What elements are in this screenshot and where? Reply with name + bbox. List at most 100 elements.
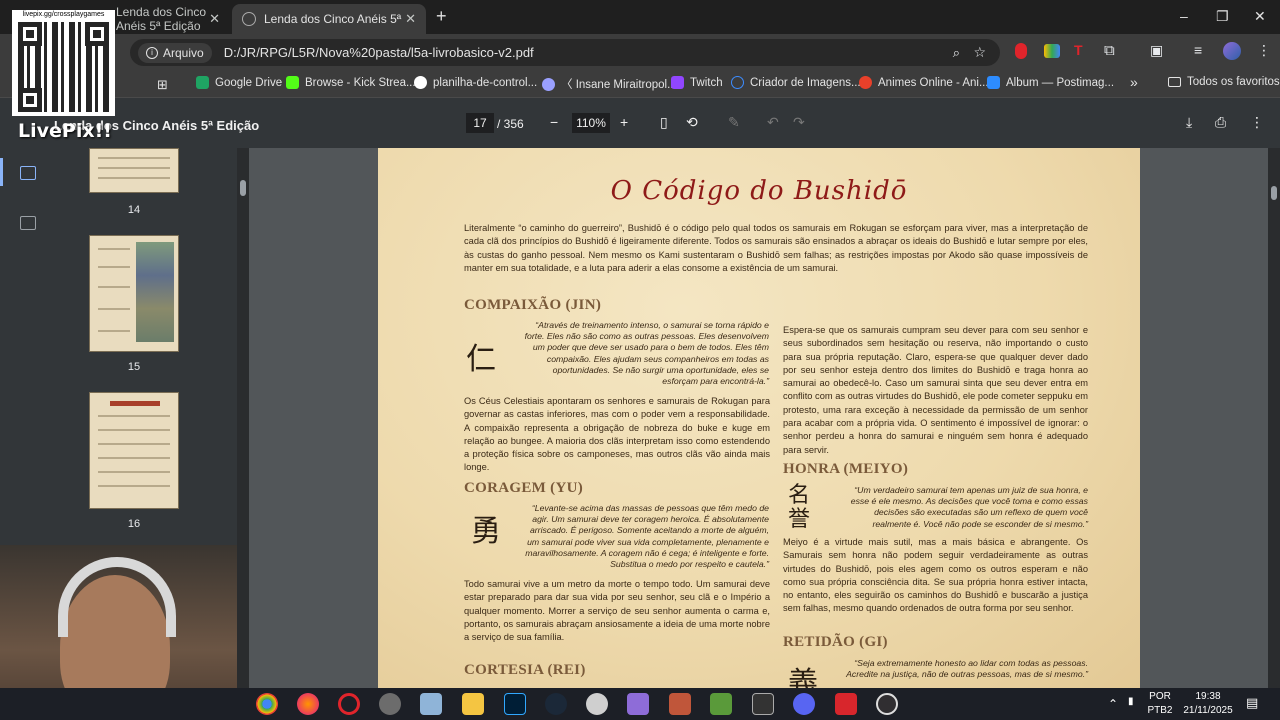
thumbnail-number: 14 bbox=[127, 204, 141, 216]
postimages-icon bbox=[987, 76, 1000, 89]
folder-icon bbox=[1168, 77, 1181, 87]
page-title: O Código do Bushidō bbox=[610, 176, 908, 206]
close-window-button[interactable]: ✕ bbox=[1254, 8, 1266, 25]
lang-bottom[interactable]: PTB2 bbox=[1146, 705, 1174, 716]
zoom-level-input[interactable]: 110% bbox=[572, 113, 610, 133]
globe-icon bbox=[242, 12, 256, 26]
kanji-yu: 勇 bbox=[471, 514, 501, 549]
app-icon-mushroom[interactable] bbox=[586, 693, 608, 715]
bookmark-label: Criador de Imagens... bbox=[750, 76, 861, 89]
tab-title: Lenda dos Cinco Anéis 5ª Edição bbox=[264, 12, 404, 26]
bookmark-label: Google Drive bbox=[215, 76, 283, 89]
outline-view-icon[interactable] bbox=[20, 216, 36, 230]
undo-icon[interactable]: ↶ bbox=[767, 114, 779, 131]
tray-chevron-icon[interactable]: ⌃ bbox=[1108, 697, 1118, 711]
heading-coragem: CORAGEM (YU) bbox=[464, 480, 584, 496]
twitch-icon bbox=[671, 76, 684, 89]
pdf-viewport[interactable]: O Código do Bushidō Literalmente “o cami… bbox=[249, 148, 1268, 688]
bookmark-postimages[interactable]: Album — Postimag... bbox=[987, 76, 1114, 89]
calendar-app-icon[interactable] bbox=[752, 693, 774, 715]
heading-retidao: RETIDÃO (GI) bbox=[783, 634, 888, 650]
zoom-out-button[interactable]: − bbox=[550, 114, 558, 130]
kanji-jin: 仁 bbox=[466, 342, 496, 377]
screen-share-icon[interactable]: ▣ bbox=[1150, 42, 1163, 59]
file-explorer-icon[interactable] bbox=[462, 693, 484, 715]
quote-coragem: “Levante-se acima das massas de pessoas … bbox=[525, 503, 769, 570]
thumbnails-view-icon[interactable] bbox=[20, 166, 36, 180]
thumbnail-page-14[interactable] bbox=[89, 148, 179, 193]
notifications-icon[interactable]: ▤ bbox=[1246, 695, 1258, 711]
bookmark-twitch[interactable]: Twitch bbox=[671, 76, 723, 89]
chrome-icon[interactable] bbox=[256, 693, 278, 715]
main-scrollbar[interactable] bbox=[1268, 148, 1280, 688]
annotate-icon[interactable]: ✎ bbox=[728, 114, 740, 131]
sidebar-scrollbar[interactable] bbox=[237, 148, 249, 688]
headset-icon bbox=[58, 557, 176, 637]
tab-close-icon[interactable]: ✕ bbox=[405, 11, 416, 27]
discord-icon[interactable] bbox=[793, 693, 815, 715]
animes-icon bbox=[859, 76, 872, 89]
page-number-input[interactable]: 17 bbox=[466, 113, 494, 133]
zoom-icon[interactable]: ⌕ bbox=[953, 45, 960, 61]
tab-active[interactable]: Lenda dos Cinco Anéis 5ª Edição ✕ bbox=[232, 4, 426, 34]
address-bar[interactable]: i Arquivo D:/JR/RPG/L5R/Nova%20pasta/l5a… bbox=[130, 39, 1000, 66]
red-app-icon[interactable] bbox=[835, 693, 857, 715]
bookmark-criador[interactable]: Criador de Imagens... bbox=[731, 76, 861, 89]
clock-date[interactable]: 21/11/2025 bbox=[1178, 705, 1238, 716]
site-info-label: Arquivo bbox=[163, 45, 204, 60]
bookmark-label: Album — Postimag... bbox=[1006, 76, 1115, 89]
search-icon bbox=[731, 76, 744, 89]
rotate-icon[interactable]: ⟲ bbox=[686, 114, 698, 131]
all-favorites-folder[interactable]: Todos os favoritos bbox=[1168, 76, 1280, 88]
maximize-button[interactable]: ❐ bbox=[1216, 8, 1229, 25]
bookmark-star-icon[interactable]: ☆ bbox=[973, 44, 986, 61]
steam-icon[interactable] bbox=[545, 693, 567, 715]
site-info-chip[interactable]: i Arquivo bbox=[138, 42, 212, 63]
thumbnail-page-15[interactable] bbox=[89, 235, 179, 352]
obs-icon[interactable] bbox=[876, 693, 898, 715]
fit-page-icon[interactable]: ▯ bbox=[660, 114, 668, 131]
clock-time[interactable]: 19:38 bbox=[1188, 691, 1228, 702]
extension-colorful-icon[interactable] bbox=[1044, 44, 1060, 58]
bookmark-animes[interactable]: Animes Online - Ani... bbox=[859, 76, 989, 89]
redo-icon[interactable]: ↷ bbox=[793, 114, 805, 131]
google-drive-icon bbox=[196, 76, 209, 89]
xbox-icon[interactable] bbox=[379, 693, 401, 715]
minimize-button[interactable]: – bbox=[1180, 8, 1188, 24]
paint-icon[interactable] bbox=[420, 693, 442, 715]
firefox-icon[interactable] bbox=[297, 693, 319, 715]
minecraft-icon[interactable] bbox=[710, 693, 732, 715]
quote-honra: “Um verdadeiro samurai tem apenas um jui… bbox=[850, 485, 1088, 529]
lang-top[interactable]: POR bbox=[1148, 691, 1172, 702]
print-icon[interactable]: ⎙ bbox=[1215, 114, 1226, 131]
bookmark-kick[interactable]: Browse - Kick Strea... bbox=[286, 76, 416, 89]
gamepad-icon[interactable] bbox=[627, 693, 649, 715]
new-tab-button[interactable]: + bbox=[436, 6, 447, 27]
extension-t-icon[interactable]: T bbox=[1074, 42, 1083, 58]
pdf-page: O Código do Bushidō Literalmente “o cami… bbox=[378, 148, 1140, 688]
zoom-in-button[interactable]: + bbox=[620, 114, 628, 130]
google-icon bbox=[414, 76, 427, 89]
bookmark-insane[interactable]: 〈 Insane Miraitropol... bbox=[542, 76, 677, 92]
extensions-puzzle-icon[interactable]: ⧉ bbox=[1104, 42, 1115, 59]
network-icon[interactable]: ▮ bbox=[1128, 696, 1134, 707]
bookmark-label: planilha-de-control... bbox=[433, 76, 538, 89]
more-options-icon[interactable]: ⋮ bbox=[1250, 114, 1264, 131]
profile-avatar[interactable] bbox=[1223, 42, 1241, 60]
bookmark-google-drive[interactable]: Google Drive bbox=[196, 76, 282, 89]
browser-menu-icon[interactable]: ⋮ bbox=[1257, 42, 1271, 59]
thumbnail-page-16[interactable] bbox=[89, 392, 179, 509]
bookmark-planilha[interactable]: planilha-de-control... bbox=[414, 76, 537, 89]
blocked-app-icon[interactable] bbox=[338, 693, 360, 715]
heading-cortesia: CORTESIA (REI) bbox=[464, 662, 586, 678]
download-icon[interactable]: ⤓ bbox=[1186, 114, 1192, 131]
apps-grid-icon[interactable]: ⊞ bbox=[157, 77, 168, 93]
anime-app-icon[interactable] bbox=[669, 693, 691, 715]
media-controls-icon[interactable]: ≡ bbox=[1194, 42, 1202, 58]
thumbnail-number: 16 bbox=[127, 518, 141, 530]
photoshop-icon[interactable] bbox=[504, 693, 526, 715]
extension-red-icon[interactable] bbox=[1015, 43, 1027, 59]
kanji-gi: 義 bbox=[788, 666, 818, 688]
more-bookmarks-button[interactable]: » bbox=[1130, 74, 1138, 90]
tab-close-icon[interactable]: ✕ bbox=[209, 11, 220, 27]
